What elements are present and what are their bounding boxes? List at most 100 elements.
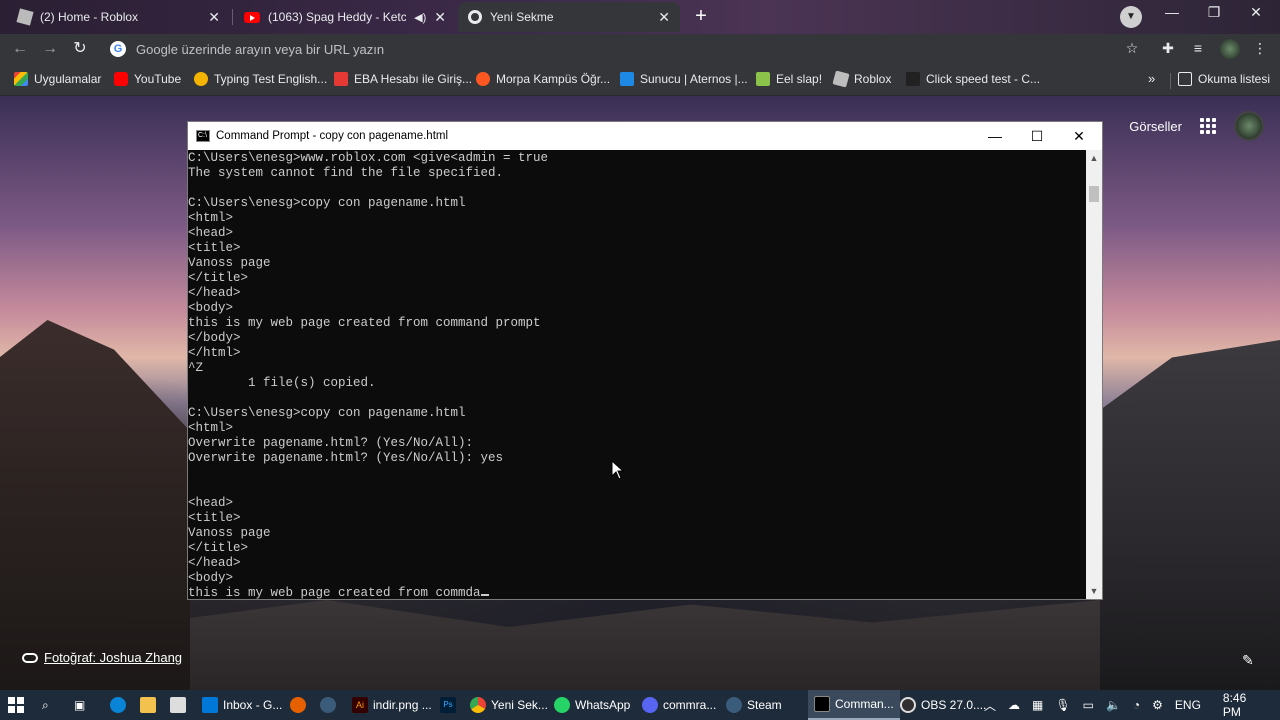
console-line: this is my web page created from command… bbox=[188, 316, 541, 330]
cmd-scrollbar[interactable]: ▲ ▼ bbox=[1086, 150, 1102, 599]
steam-icon bbox=[726, 697, 742, 713]
customize-pencil-icon[interactable]: ✎ bbox=[1242, 652, 1254, 669]
edge-pinned[interactable] bbox=[104, 690, 132, 720]
reading-mode-icon[interactable]: ≡ bbox=[1188, 40, 1208, 56]
console-line: </title> bbox=[188, 541, 249, 555]
forward-button[interactable]: → bbox=[38, 38, 62, 60]
edge-icon bbox=[110, 697, 126, 713]
taskbar-inbox[interactable]: Inbox - G... bbox=[196, 690, 288, 720]
background-rocks-bottom bbox=[190, 600, 1100, 690]
task-view-button[interactable]: ▣ bbox=[68, 690, 91, 720]
close-tab-icon[interactable]: ✕ bbox=[208, 9, 220, 26]
search-icon: ⌕ bbox=[42, 697, 49, 712]
microphone-icon[interactable]: 🎙 bbox=[1055, 698, 1070, 712]
mail-icon bbox=[202, 697, 218, 713]
firefox-icon bbox=[290, 697, 306, 713]
scroll-down-icon[interactable]: ▼ bbox=[1086, 583, 1102, 599]
tray-chevron-icon[interactable]: ︿ bbox=[984, 697, 996, 714]
cmd-title-bar[interactable]: C:\ Command Prompt - copy con pagename.h… bbox=[188, 122, 1102, 150]
volume-icon[interactable]: 🔈 bbox=[1106, 698, 1121, 712]
bookmark-label: Morpa Kampüs Öğr... bbox=[496, 72, 611, 86]
cmd-app-icon: C:\ bbox=[196, 130, 210, 142]
console-line: <head> bbox=[188, 226, 234, 240]
google-apps-icon[interactable] bbox=[1200, 118, 1216, 134]
taskbar-illustrator[interactable]: Ai indir.png ... bbox=[346, 690, 438, 720]
typing-icon bbox=[194, 72, 208, 86]
explorer-pinned[interactable] bbox=[134, 690, 162, 720]
reading-list[interactable]: Okuma listesi bbox=[1178, 72, 1270, 86]
taskbar-whatsapp[interactable]: WhatsApp bbox=[548, 690, 636, 720]
account-avatar[interactable] bbox=[1234, 111, 1264, 141]
photo-credit[interactable]: Fotoğraf: Joshua Zhang bbox=[22, 650, 182, 665]
close-tab-icon[interactable]: ✕ bbox=[434, 9, 446, 26]
firefox-pinned[interactable] bbox=[284, 690, 312, 720]
start-button[interactable] bbox=[2, 690, 30, 720]
photoshop-icon: Ps bbox=[440, 697, 456, 713]
back-button[interactable]: ← bbox=[8, 38, 32, 60]
speaker-icon[interactable]: ◀) bbox=[414, 11, 426, 24]
bookmark-morpa[interactable]: Morpa Kampüs Öğr... bbox=[476, 72, 610, 86]
bookmark-apps[interactable]: Uygulamalar bbox=[14, 72, 101, 86]
console-line: Vanoss page bbox=[188, 256, 271, 270]
address-input[interactable] bbox=[136, 41, 736, 57]
chrome-icon bbox=[470, 697, 486, 713]
console-line: <title> bbox=[188, 241, 241, 255]
close-window-button[interactable]: ✕ bbox=[1236, 4, 1276, 21]
scroll-up-icon[interactable]: ▲ bbox=[1086, 150, 1102, 166]
taskbar-chrome[interactable]: Yeni Sek... bbox=[464, 690, 554, 720]
bookmark-youtube[interactable]: YouTube bbox=[114, 72, 181, 86]
more-bookmarks-icon[interactable]: » bbox=[1148, 71, 1155, 86]
cmd-maximize-button[interactable]: ☐ bbox=[1016, 122, 1058, 150]
wifi-icon[interactable]: ◔ bbox=[1133, 698, 1140, 712]
taskbar-obs[interactable]: OBS 27.0.... bbox=[894, 690, 992, 720]
search-button[interactable]: ⌕ bbox=[36, 690, 55, 720]
omnibox[interactable]: G bbox=[104, 36, 1154, 62]
bookmark-roblox[interactable]: Roblox bbox=[832, 70, 891, 88]
reload-button[interactable]: ↻ bbox=[68, 38, 92, 60]
profile-avatar[interactable] bbox=[1220, 39, 1240, 59]
tray-app-icon[interactable]: ▦ bbox=[1032, 698, 1043, 712]
scroll-thumb[interactable] bbox=[1089, 186, 1099, 202]
store-pinned[interactable] bbox=[164, 690, 192, 720]
cmd-minimize-button[interactable]: — bbox=[974, 122, 1016, 150]
bookmark-eel-slap[interactable]: Eel slap! bbox=[756, 72, 822, 86]
photoshop-pinned[interactable]: Ps bbox=[434, 690, 462, 720]
extensions-icon[interactable]: ✚ bbox=[1158, 40, 1178, 57]
steam-pinned[interactable] bbox=[314, 690, 342, 720]
minimize-button[interactable]: — bbox=[1152, 4, 1192, 20]
bookmark-label: Eel slap! bbox=[776, 72, 823, 86]
text-cursor bbox=[480, 594, 489, 596]
bookmark-typing-test[interactable]: Typing Test English... bbox=[194, 72, 327, 86]
bookmark-click-speed[interactable]: Click speed test - C... bbox=[906, 72, 1040, 86]
taskbar-label: indir.png ... bbox=[373, 698, 432, 712]
bookmark-star-icon[interactable]: ☆ bbox=[1122, 40, 1142, 57]
battery-icon[interactable]: ▭ bbox=[1083, 698, 1094, 712]
bookmark-label: Sunucu | Aternos |... bbox=[640, 72, 748, 86]
tab-youtube[interactable]: (1063) Spag Heddy - Ketchup ◀) ✕ bbox=[234, 2, 456, 32]
images-link[interactable]: Görseller bbox=[1129, 119, 1182, 134]
taskbar-steam[interactable]: Steam bbox=[720, 690, 788, 720]
new-tab-button[interactable]: + bbox=[690, 6, 712, 28]
bookmark-aternos[interactable]: Sunucu | Aternos |... bbox=[620, 72, 748, 86]
restore-button[interactable]: ❐ bbox=[1194, 4, 1234, 21]
command-prompt-window[interactable]: C:\ Command Prompt - copy con pagename.h… bbox=[187, 121, 1103, 600]
taskbar-discord[interactable]: commra... bbox=[636, 690, 722, 720]
cmd-close-button[interactable]: ✕ bbox=[1058, 122, 1100, 150]
bookmarks-bar: Uygulamalar YouTube Typing Test English.… bbox=[0, 64, 1280, 96]
eel-icon bbox=[756, 72, 770, 86]
tab-search-icon[interactable]: ▼ bbox=[1120, 6, 1142, 28]
bookmark-label: EBA Hesabı ile Giriş... bbox=[354, 72, 473, 86]
photo-credit-text[interactable]: Fotoğraf: Joshua Zhang bbox=[44, 650, 182, 665]
tab-roblox[interactable]: (2) Home - Roblox ✕ bbox=[8, 2, 230, 32]
bookmark-eba[interactable]: EBA Hesabı ile Giriş... bbox=[334, 72, 472, 86]
cmd-console-output[interactable]: C:\Users\enesg>www.roblox.com <give<admi… bbox=[188, 150, 1086, 599]
apps-icon bbox=[14, 72, 28, 86]
clock[interactable]: 8:46 PM bbox=[1223, 691, 1246, 719]
onedrive-icon[interactable]: ☁ bbox=[1008, 698, 1020, 712]
close-tab-icon[interactable]: ✕ bbox=[658, 9, 670, 26]
taskbar-command-prompt[interactable]: Comman... bbox=[808, 690, 900, 720]
language-indicator[interactable]: ENG bbox=[1175, 698, 1201, 712]
tab-new-tab[interactable]: Yeni Sekme ✕ bbox=[458, 2, 680, 32]
menu-kebab-icon[interactable]: ⋮ bbox=[1250, 40, 1270, 57]
tray-settings-icon[interactable]: ⚙ bbox=[1152, 698, 1163, 712]
